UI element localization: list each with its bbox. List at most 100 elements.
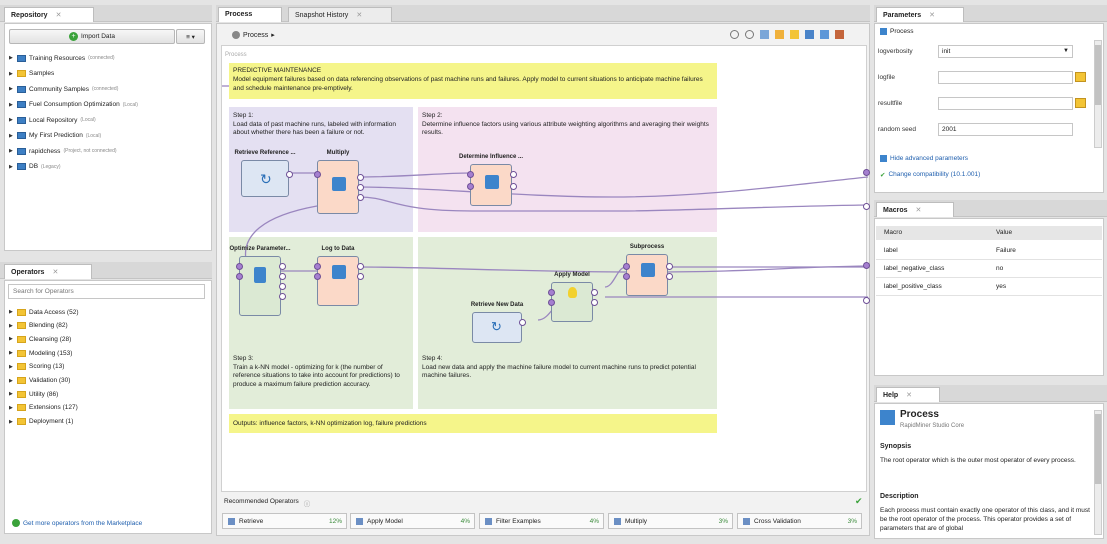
operator-retrieve-reference[interactable]: Retrieve Reference ... ↻ xyxy=(234,150,296,197)
macro-row[interactable]: label Failure xyxy=(876,243,1102,260)
note-icon[interactable] xyxy=(775,30,784,39)
operator-apply-model[interactable]: Apply Model xyxy=(548,272,598,322)
expand-arrow-icon[interactable]: ▶ xyxy=(9,378,14,384)
operator-group[interactable]: ▶ Validation (30) xyxy=(9,376,70,386)
operator-subprocess[interactable]: Subprocess xyxy=(623,244,673,296)
port-unl[interactable] xyxy=(548,299,555,306)
change-compat-link[interactable]: ✔ Change compatibility (10.1.001) xyxy=(880,171,980,179)
recommended-operator[interactable]: Retrieve 12% xyxy=(222,513,347,529)
info-icon[interactable]: ⓘ xyxy=(304,498,311,508)
recommended-operator[interactable]: Multiply 3% xyxy=(608,513,733,529)
process-canvas[interactable]: Process PREDICTIVE MAINTENANCE Model equ… xyxy=(221,45,870,492)
result-port-2[interactable] xyxy=(863,203,870,210)
operator-group[interactable]: ▶ Scoring (13) xyxy=(9,362,64,372)
result-port-4[interactable] xyxy=(863,297,870,304)
expand-arrow-icon[interactable]: ▶ xyxy=(9,405,14,411)
parameter-value-field[interactable]: init xyxy=(938,44,1073,58)
operator-optimize-parameter[interactable]: Optimize Parameter... xyxy=(229,246,291,316)
port-in[interactable] xyxy=(314,263,321,270)
operator-group[interactable]: ▶ Utility (86) xyxy=(9,389,58,399)
expand-arrow-icon[interactable]: ▶ xyxy=(9,55,14,61)
close-icon[interactable]: ✕ xyxy=(906,392,912,399)
port-out[interactable] xyxy=(510,171,517,178)
browse-folder-icon[interactable] xyxy=(1075,98,1086,108)
port-mod[interactable] xyxy=(548,289,555,296)
expand-arrow-icon[interactable]: ▶ xyxy=(9,71,14,77)
result-port-3[interactable] xyxy=(863,262,870,269)
settings-icon[interactable] xyxy=(820,30,829,39)
expand-arrow-icon[interactable]: ▶ xyxy=(9,364,14,370)
macro-row[interactable]: label_negative_class no xyxy=(876,261,1102,278)
recommended-operator[interactable]: Filter Examples 4% xyxy=(479,513,604,529)
operator-group[interactable]: ▶ Modeling (153) xyxy=(9,348,72,358)
expand-arrow-icon[interactable]: ▶ xyxy=(9,419,14,425)
expand-arrow-icon[interactable]: ▶ xyxy=(9,117,14,123)
expand-arrow-icon[interactable]: ▶ xyxy=(9,148,14,154)
marketplace-link[interactable]: Get more operators from the Marketplace xyxy=(12,519,142,527)
operator-group[interactable]: ▶ Blending (82) xyxy=(9,321,68,331)
port-out[interactable] xyxy=(510,183,517,190)
expand-arrow-icon[interactable]: ▶ xyxy=(9,336,14,342)
hide-advanced-link[interactable]: Hide advanced parameters xyxy=(880,155,968,162)
repository-item[interactable]: ▶ Community Samples (connected) xyxy=(9,84,118,94)
operator-determine-influence[interactable]: Determine Influence ... xyxy=(459,154,523,206)
import-data-button[interactable]: + Import Data xyxy=(9,29,175,44)
close-icon[interactable]: ✕ xyxy=(52,269,58,276)
result-port-1[interactable] xyxy=(863,169,870,176)
parameter-value-field[interactable]: 2001 xyxy=(938,122,1073,136)
bookmark-icon[interactable] xyxy=(790,30,799,39)
port-in[interactable] xyxy=(236,263,243,270)
operator-group[interactable]: ▶ Cleansing (28) xyxy=(9,334,71,344)
recommended-operator[interactable]: Apply Model 4% xyxy=(350,513,475,529)
port-in[interactable] xyxy=(623,273,630,280)
close-icon[interactable]: ✕ xyxy=(356,12,362,19)
port-out[interactable] xyxy=(666,263,673,270)
tab-snapshot-history[interactable]: Snapshot History ✕ xyxy=(288,7,392,22)
operator-search-input[interactable] xyxy=(8,284,205,299)
operator-group[interactable]: ▶ Deployment (1) xyxy=(9,417,73,427)
port-lab[interactable] xyxy=(591,289,598,296)
zoom-out-icon[interactable] xyxy=(745,30,754,39)
tab-repository[interactable]: Repository ✕ xyxy=(4,7,94,22)
port-out[interactable] xyxy=(279,263,286,270)
parameter-value-field[interactable] xyxy=(938,96,1073,110)
port-in[interactable] xyxy=(467,171,474,178)
expand-arrow-icon[interactable]: ▶ xyxy=(9,309,14,315)
port-in[interactable] xyxy=(314,273,321,280)
close-icon[interactable]: ✕ xyxy=(929,12,935,19)
port-out[interactable] xyxy=(357,194,364,201)
parameter-value-field[interactable] xyxy=(938,70,1073,84)
macro-row[interactable]: label_positive_class yes xyxy=(876,279,1102,296)
port-out[interactable] xyxy=(357,174,364,181)
operator-multiply[interactable]: Multiply xyxy=(314,150,364,214)
port-in[interactable] xyxy=(236,273,243,280)
repository-item[interactable]: ▶ rapidchess (Project, not connected) xyxy=(9,146,117,156)
port-out[interactable] xyxy=(279,293,286,300)
repository-item[interactable]: ▶ Fuel Consumption Optimization (Local) xyxy=(9,100,138,110)
operator-log-to-data[interactable]: Log to Data xyxy=(314,246,364,306)
tab-help[interactable]: Help ✕ xyxy=(876,387,940,402)
port-out[interactable] xyxy=(279,273,286,280)
port-in[interactable] xyxy=(623,263,630,270)
port-inp[interactable] xyxy=(314,171,321,178)
operator-group[interactable]: ▶ Data Access (52) xyxy=(9,307,79,317)
breadcrumb[interactable]: Process ▸ xyxy=(232,31,275,39)
expand-arrow-icon[interactable]: ▶ xyxy=(9,102,14,108)
tab-macros[interactable]: Macros ✕ xyxy=(876,202,954,217)
browse-folder-icon[interactable] xyxy=(1075,72,1086,82)
layout-icon[interactable] xyxy=(805,30,814,39)
expand-arrow-icon[interactable]: ▶ xyxy=(9,323,14,329)
port-in[interactable] xyxy=(467,183,474,190)
help-scrollbar[interactable] xyxy=(1094,410,1102,535)
repository-item[interactable]: ▶ My First Prediction (Local) xyxy=(9,131,101,141)
repository-item[interactable]: ▶ Samples xyxy=(9,69,57,79)
expand-arrow-icon[interactable]: ▶ xyxy=(9,350,14,356)
port-out[interactable] xyxy=(357,184,364,191)
expand-arrow-icon[interactable]: ▶ xyxy=(9,86,14,92)
collapse-recommended-icon[interactable]: ✔ xyxy=(855,496,863,507)
close-icon[interactable]: ✕ xyxy=(916,207,922,214)
repository-menu-button[interactable]: ≡ ▾ xyxy=(176,29,205,44)
auto-fit-icon[interactable] xyxy=(760,30,769,39)
tab-parameters[interactable]: Parameters ✕ xyxy=(876,7,964,22)
param-scrollbar[interactable] xyxy=(1094,40,1102,148)
